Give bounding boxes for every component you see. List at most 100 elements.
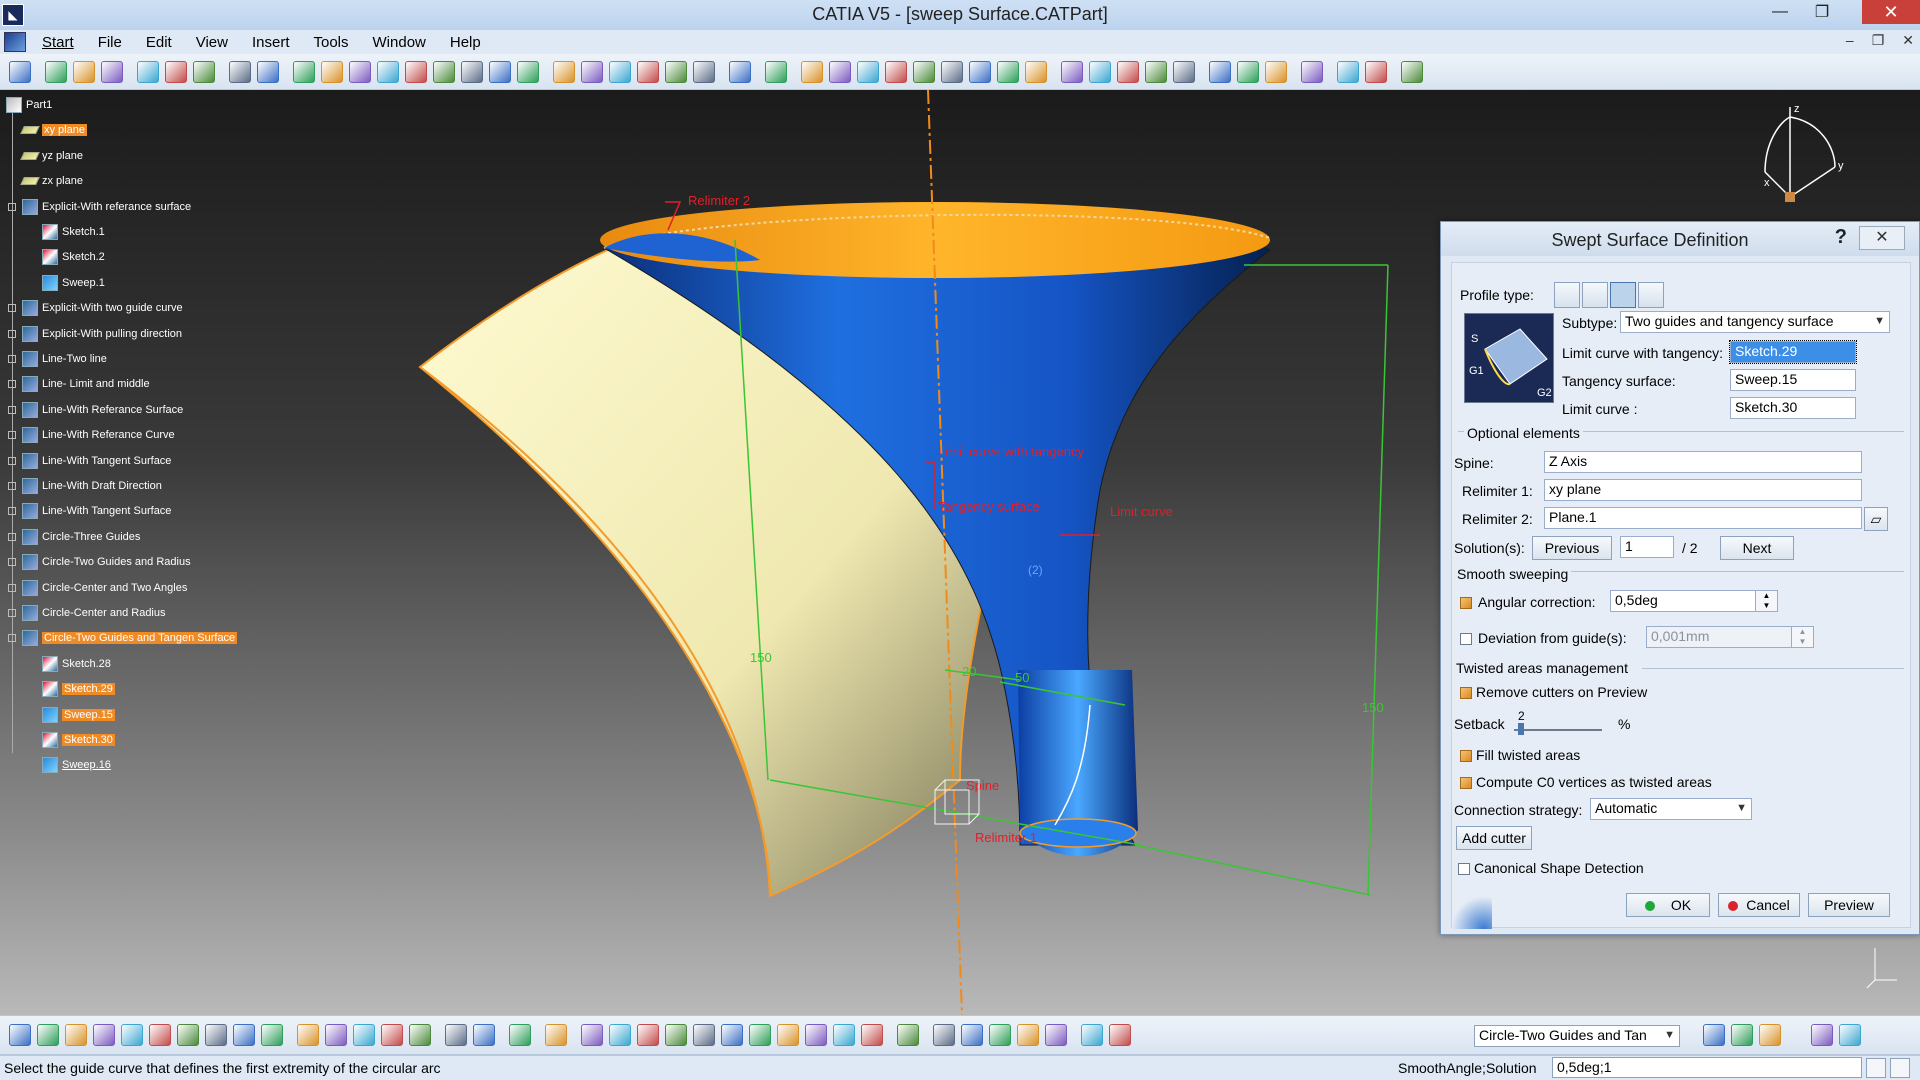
power-input-icon[interactable] xyxy=(1866,1058,1886,1078)
spline-icon[interactable] xyxy=(257,60,279,83)
limit-tangency-field[interactable]: Sketch.29 xyxy=(1729,340,1857,364)
wireframe-icon[interactable] xyxy=(1173,60,1195,83)
tree-item[interactable]: Sketch.29 xyxy=(42,679,115,699)
thickness-icon[interactable] xyxy=(665,60,687,83)
remove-cutters-checkbox[interactable] xyxy=(1460,687,1472,699)
curve-icon[interactable] xyxy=(801,60,823,83)
catia-logo-icon[interactable] xyxy=(1839,1024,1861,1046)
update-icon[interactable] xyxy=(445,1024,467,1046)
tree-item[interactable]: xy plane xyxy=(20,120,87,140)
blend-icon[interactable] xyxy=(321,60,343,83)
subtype-dropdown[interactable]: Two guides and tangency surface ▼ xyxy=(1620,311,1890,333)
fillet-icon[interactable] xyxy=(553,60,575,83)
tree-item[interactable]: Line-Two line xyxy=(22,349,107,369)
boundary-icon[interactable] xyxy=(489,60,511,83)
shell-icon[interactable] xyxy=(637,60,659,83)
tree-item[interactable]: Line-With Referance Surface xyxy=(22,400,183,420)
knowledge-icon[interactable] xyxy=(325,1024,347,1046)
menu-insert[interactable]: Insert xyxy=(240,34,302,51)
relimiter2-field[interactable]: Plane.1 xyxy=(1544,507,1862,529)
expand-toggle-icon[interactable] xyxy=(8,202,16,211)
parameters-icon[interactable] xyxy=(1045,1024,1067,1046)
tree-item[interactable]: Line- Limit and middle xyxy=(22,374,150,394)
formula-icon[interactable] xyxy=(1365,60,1387,83)
fill-twisted-checkbox[interactable] xyxy=(1460,750,1472,762)
expand-toggle-icon[interactable] xyxy=(8,634,16,643)
tree-item[interactable]: Circle-Three Guides xyxy=(22,527,140,547)
profile-conic-button[interactable] xyxy=(1638,282,1664,308)
profile-explicit-button[interactable] xyxy=(1554,282,1580,308)
sweep-icon[interactable] xyxy=(193,60,215,83)
design-table-icon[interactable] xyxy=(409,1024,431,1046)
menu-help[interactable]: Help xyxy=(438,34,493,51)
compass-icon[interactable]: z y x xyxy=(1740,102,1870,232)
preview-button[interactable]: Preview xyxy=(1808,893,1890,917)
expand-toggle-icon[interactable] xyxy=(8,558,16,567)
circle-icon[interactable] xyxy=(229,60,251,83)
table-icon[interactable] xyxy=(1301,60,1323,83)
law-icon[interactable] xyxy=(997,60,1019,83)
zoom-out-icon[interactable] xyxy=(721,1024,743,1046)
paste-icon[interactable] xyxy=(177,1024,199,1046)
undo-icon[interactable] xyxy=(205,1024,227,1046)
minimize-button[interactable]: — xyxy=(1760,0,1800,24)
tree-item[interactable]: Explicit-With pulling direction xyxy=(22,324,182,344)
view-icon[interactable] xyxy=(1061,60,1083,83)
update-all-icon[interactable] xyxy=(473,1024,495,1046)
close-button[interactable]: ✕ xyxy=(1862,0,1920,24)
expand-toggle-icon[interactable] xyxy=(8,507,16,516)
doc-close-button[interactable]: ✕ xyxy=(1902,32,1914,49)
canonical-shape-checkbox[interactable] xyxy=(1458,863,1470,875)
next-button[interactable]: Next xyxy=(1720,536,1794,560)
tree-item[interactable]: Line-With Referance Curve xyxy=(22,425,175,445)
tree-item[interactable]: Explicit-With two guide curve xyxy=(22,298,183,318)
redo-icon[interactable] xyxy=(233,1024,255,1046)
catalog-icon[interactable] xyxy=(381,1024,403,1046)
print-icon[interactable] xyxy=(93,1024,115,1046)
tree-item[interactable]: Sketch.30 xyxy=(42,730,115,750)
relimiter2-edit-icon[interactable]: ▱ xyxy=(1864,507,1888,531)
expand-toggle-icon[interactable] xyxy=(8,380,16,389)
tree-item[interactable]: Sweep.16 xyxy=(42,755,111,775)
snap-icon[interactable] xyxy=(545,1024,567,1046)
expand-toggle-icon[interactable] xyxy=(8,405,16,414)
parameters-icon[interactable] xyxy=(1337,60,1359,83)
tree-item[interactable]: Sketch.1 xyxy=(42,222,105,242)
maximize-button[interactable]: ❐ xyxy=(1802,0,1842,24)
connect-icon[interactable] xyxy=(913,60,935,83)
cloud-icon[interactable] xyxy=(933,1024,955,1046)
swept-surface-dialog[interactable]: Swept Surface Definition ? ✕ Profile typ… xyxy=(1440,221,1920,935)
relimiter1-field[interactable]: xy plane xyxy=(1544,479,1862,501)
capture-icon[interactable] xyxy=(897,1024,919,1046)
copy-icon[interactable] xyxy=(149,1024,171,1046)
deviation-checkbox[interactable] xyxy=(1460,633,1472,645)
expand-toggle-icon[interactable] xyxy=(8,431,16,440)
pattern-icon[interactable] xyxy=(693,60,715,83)
sketch-plane-icon[interactable] xyxy=(1089,60,1111,83)
grid-icon[interactable] xyxy=(1237,60,1259,83)
tree-item[interactable]: Explicit-With referance surface xyxy=(22,197,191,217)
expand-toggle-icon[interactable] xyxy=(8,482,16,490)
fit-all-icon[interactable] xyxy=(609,1024,631,1046)
tree-item[interactable]: Circle-Center and Two Angles xyxy=(22,578,187,598)
sweep-adv-icon[interactable] xyxy=(969,60,991,83)
analysis-icon[interactable] xyxy=(989,1024,1011,1046)
doc-minimize-button[interactable]: – xyxy=(1846,32,1854,49)
revolve-icon[interactable] xyxy=(165,60,187,83)
snap-icon[interactable] xyxy=(1265,60,1287,83)
start-menu-icon[interactable] xyxy=(4,32,26,52)
hide-icon[interactable] xyxy=(1209,60,1231,83)
corner-icon[interactable] xyxy=(941,60,963,83)
tree-item[interactable]: Circle-Center and Radius xyxy=(22,603,166,623)
tree-item[interactable]: Line-With Draft Direction xyxy=(22,476,162,496)
angular-correction-field[interactable]: 0,5deg ▲ ▼ xyxy=(1610,590,1778,612)
view-mode-icon[interactable] xyxy=(805,1024,827,1046)
menu-file[interactable]: File xyxy=(86,34,134,51)
draft-icon[interactable] xyxy=(609,60,631,83)
setback-slider[interactable] xyxy=(1514,729,1602,731)
expand-toggle-icon[interactable] xyxy=(8,304,16,313)
expand-toggle-icon[interactable] xyxy=(8,329,16,338)
open-icon[interactable] xyxy=(37,1024,59,1046)
expand-toggle-icon[interactable] xyxy=(8,609,16,617)
new-icon[interactable] xyxy=(9,1024,31,1046)
